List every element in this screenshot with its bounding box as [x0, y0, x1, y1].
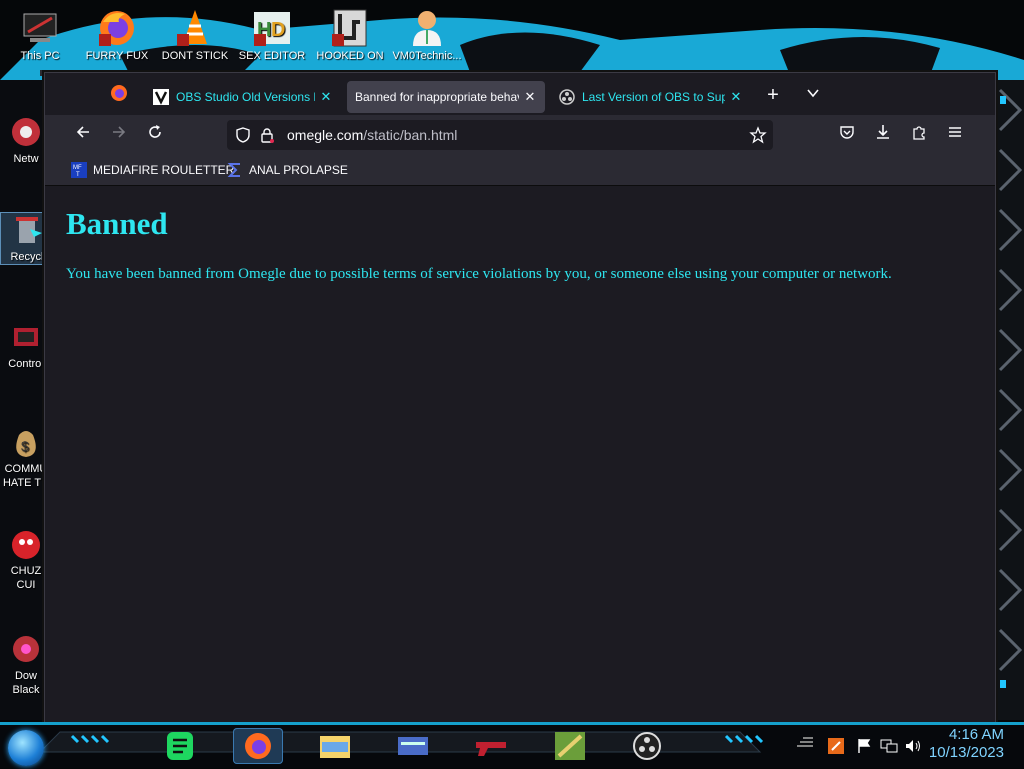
tab-obs-old-versions[interactable]: OBS Studio Old Versions Do ✕: [145, 81, 341, 113]
downloads-button[interactable]: [869, 121, 897, 149]
extensions-button[interactable]: [905, 121, 933, 149]
pocket-button[interactable]: [833, 121, 861, 149]
tray-overflow-icon[interactable]: [795, 734, 815, 753]
network-icon[interactable]: [880, 738, 898, 757]
tab-banned[interactable]: Banned for inappropriate behav ✕: [347, 81, 545, 113]
clock-date: 10/13/2023: [928, 744, 1004, 761]
taskbar-spotify[interactable]: [155, 728, 205, 764]
url-bar[interactable]: omegle.com/static/ban.html: [227, 120, 773, 150]
desktop-icon-vm0technic[interactable]: VM0Technic...: [392, 8, 462, 62]
firefox-icon: [97, 8, 137, 48]
lock-icon[interactable]: [259, 127, 275, 143]
taskbar-firefox[interactable]: [233, 728, 283, 764]
tab-close-icon[interactable]: ✕: [729, 89, 743, 105]
tray-app-icon[interactable]: [828, 738, 844, 757]
forward-button[interactable]: [105, 121, 133, 149]
navigation-toolbar: omegle.com/static/ban.html: [45, 115, 995, 155]
star-icon[interactable]: [749, 126, 767, 144]
menu-button[interactable]: [941, 121, 969, 149]
shield-icon[interactable]: [235, 127, 251, 143]
card-icon: [398, 737, 428, 755]
arrow-left-icon: [76, 126, 89, 138]
firefox-window: OBS Studio Old Versions Do ✕ Banned for …: [44, 72, 996, 724]
puzzle-icon: [913, 126, 925, 140]
taskbar-file-explorer[interactable]: [310, 728, 360, 764]
obs-icon: [633, 732, 661, 760]
desktop-icon-dont-stick[interactable]: DONT STICK: [160, 8, 230, 62]
tab-list-button[interactable]: [799, 81, 827, 109]
download-arrow-icon: [877, 125, 889, 139]
bookmark-anal-prolapse[interactable]: ANAL PROLAPSE: [227, 161, 348, 179]
tab-bar: OBS Studio Old Versions Do ✕ Banned for …: [45, 77, 995, 113]
page-title: Banned: [66, 206, 168, 241]
volume-icon[interactable]: [904, 738, 922, 757]
game-icon: [330, 8, 370, 48]
back-button[interactable]: [69, 121, 97, 149]
firefox-icon: [245, 733, 271, 759]
svg-text:T: T: [76, 172, 80, 178]
taskbar-minecraft[interactable]: [545, 728, 595, 764]
desktop-icon-furry-fux[interactable]: FURRY FUX: [82, 8, 152, 62]
reload-button[interactable]: [141, 121, 169, 149]
taskbar-obs[interactable]: [622, 728, 672, 764]
vlc-icon: [175, 8, 215, 48]
control-panel-icon: [9, 320, 43, 354]
file-explorer-icon: [320, 736, 350, 758]
this-pc-icon: [20, 8, 60, 48]
start-button[interactable]: [8, 730, 44, 766]
mediafire-icon: MFT: [71, 162, 87, 178]
svg-text:D: D: [271, 19, 285, 41]
spotify-icon: [167, 732, 193, 760]
page-content: Banned You have been banned from Omegle …: [45, 186, 980, 718]
chevron-down-icon: [807, 89, 819, 98]
clock-time: 4:16 AM: [948, 726, 1004, 743]
taskbar-card-app[interactable]: [388, 728, 438, 764]
veed-icon: [153, 89, 169, 105]
ban-message: You have been banned from Omegle due to …: [66, 266, 892, 282]
desktop-icon-sex-editor[interactable]: HD SEX EDITOR: [237, 8, 307, 62]
hamburger-icon: [949, 127, 961, 137]
chuzzle-icon: [9, 527, 43, 561]
download-icon: [9, 632, 43, 666]
new-tab-button[interactable]: +: [759, 81, 787, 109]
taskbar-gun-app[interactable]: [466, 728, 516, 764]
doctor-icon: [407, 8, 447, 48]
gun-icon: [476, 742, 506, 756]
desktop-icon-hooked-on[interactable]: HOOKED ON: [315, 8, 385, 62]
tab-close-icon[interactable]: ✕: [319, 89, 333, 105]
firefox-view-button[interactable]: [105, 83, 133, 111]
reload-icon: [149, 125, 161, 138]
system-clock[interactable]: 4:16 AM 10/13/2023: [929, 726, 1004, 762]
money-bag-icon: $: [9, 425, 43, 459]
obs-icon: [559, 89, 575, 105]
firefox-icon: [111, 85, 127, 101]
desktop-icon-this-pc[interactable]: This PC: [5, 8, 75, 62]
url-text: omegle.com/static/ban.html: [287, 127, 458, 143]
flag-icon[interactable]: [856, 738, 872, 757]
bookmarks-toolbar: MF T MEDIAFIRE ROULETTER ANAL PROLAPSE: [45, 155, 995, 186]
tab-close-icon[interactable]: ✕: [523, 89, 537, 105]
minecraft-sword-icon: [555, 732, 585, 760]
hxd-icon: HD: [252, 8, 292, 48]
svg-text:MF: MF: [73, 165, 82, 171]
sigma-icon: [227, 163, 240, 177]
svg-text:$: $: [21, 438, 29, 454]
tab-last-version-obs[interactable]: Last Version of OBS to Supp ✕: [551, 81, 751, 113]
network-icon: [9, 115, 43, 149]
taskbar: 4:16 AM 10/13/2023: [0, 722, 1024, 768]
pocket-icon: [840, 126, 854, 139]
recycle-bin-icon: [10, 213, 44, 247]
bookmark-mediafire[interactable]: MF T MEDIAFIRE ROULETTER: [71, 161, 234, 179]
arrow-right-icon: [113, 126, 126, 138]
